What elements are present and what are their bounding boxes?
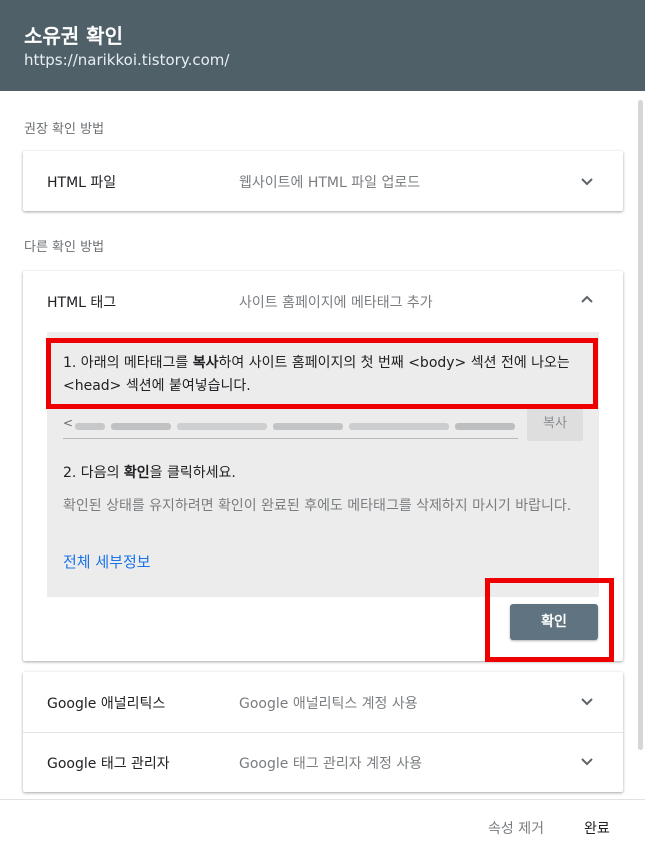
keep-tag-note: 확인된 상태를 유지하려면 확인이 완료된 후에도 메타태그를 삭제하지 마시기… [63,498,572,514]
chevron-down-icon[interactable] [579,173,595,189]
step-2-bold: 확인 [123,465,150,481]
method-description: 웹사이트에 HTML 파일 업로드 [239,175,421,191]
redacted-text [75,423,105,430]
property-url: https://narikkoi.tistory.com/ [24,51,230,69]
method-html-file[interactable]: HTML 파일 웹사이트에 HTML 파일 업로드 [23,151,623,211]
chevron-down-icon[interactable] [579,693,595,709]
meta-tag-field[interactable]: < [63,413,518,439]
highlight-confirm-button [485,578,614,662]
method-description: 사이트 홈페이지에 메타태그 추가 [239,295,433,311]
done-button[interactable]: 완료 [584,818,610,838]
method-group-google: Google 애널리틱스 Google 애널리틱스 계정 사용 Google 태… [23,672,623,792]
dialog-title: 소유권 확인 [24,24,123,48]
dialog-footer: 속성 제거 완료 [0,799,645,853]
method-description: Google 애널리틱스 계정 사용 [239,696,418,712]
copy-button[interactable]: 복사 [527,407,583,441]
method-description: Google 태그 관리자 계정 사용 [239,756,423,772]
highlight-step-1 [46,338,598,409]
chevron-up-icon[interactable] [579,292,595,308]
method-title: HTML 태그 [47,295,117,311]
dialog-header: 소유권 확인 https://narikkoi.tistory.com/ [0,0,645,91]
redacted-text [273,423,343,430]
step-2-text: 2. 다음의 확인을 클릭하세요. [63,462,236,482]
scrollbar[interactable] [638,100,643,750]
method-title: HTML 파일 [47,175,117,191]
redacted-text [349,423,449,430]
method-title: Google 애널리틱스 [47,696,166,712]
method-google-analytics[interactable]: Google 애널리틱스 Google 애널리틱스 계정 사용 [23,672,623,732]
redacted-text [111,423,171,430]
step-2-prefix: 2. 다음의 [63,465,124,481]
chevron-down-icon[interactable] [579,753,595,769]
dialog-body[interactable]: 권장 확인 방법 HTML 파일 웹사이트에 HTML 파일 업로드 다른 확인… [0,91,645,799]
redacted-text [177,423,267,430]
other-method-label: 다른 확인 방법 [24,240,105,255]
step-2-suffix: 을 클릭하세요. [149,465,236,481]
remove-property-button[interactable]: 속성 제거 [488,818,544,838]
redacted-text [455,423,515,430]
meta-tag-start: < [63,416,74,430]
full-details-link[interactable]: 전체 세부정보 [63,551,151,572]
recommended-method-label: 권장 확인 방법 [24,122,105,137]
method-title: Google 태그 관리자 [47,756,170,772]
method-google-tag-manager[interactable]: Google 태그 관리자 Google 태그 관리자 계정 사용 [23,733,623,792]
